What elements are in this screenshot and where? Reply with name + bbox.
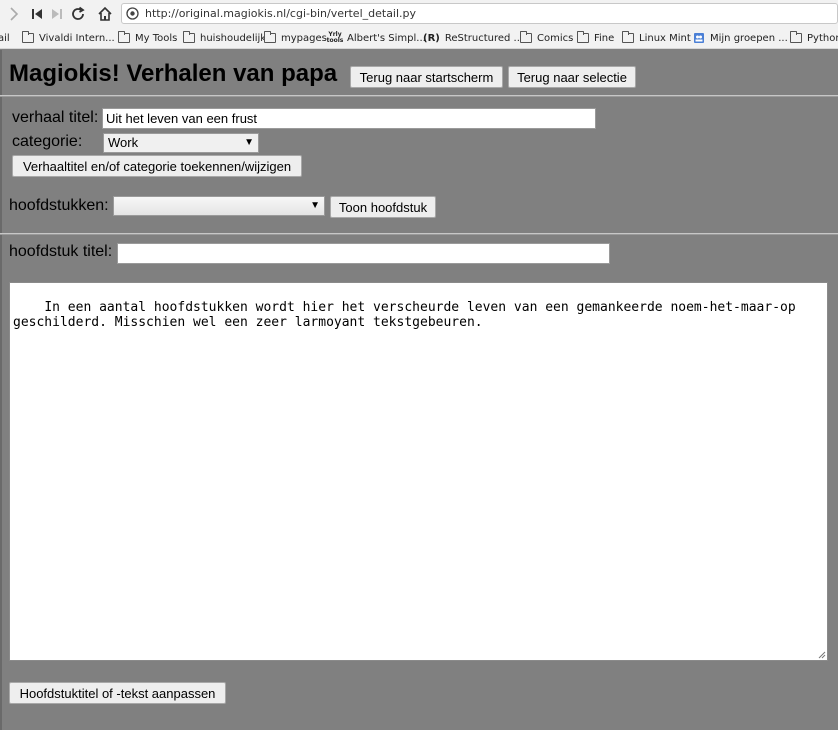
bookmark-linux-mint[interactable]: Linux Mint [622,28,691,48]
chapters-label: hoofdstukken: [9,197,109,214]
folder-icon [520,31,532,43]
window-edge [0,50,2,730]
home-icon[interactable] [94,3,116,25]
dropdown-arrow-icon: ▼ [244,137,254,148]
chapter-title-input[interactable] [117,243,610,264]
assign-title-category-button[interactable]: Verhaaltitel en/of categorie toekennen/w… [12,155,302,177]
divider [0,233,838,235]
address-bar[interactable]: http://original.magiokis.nl/cgi-bin/vert… [121,3,838,24]
site-info-icon[interactable] [126,7,139,20]
site-icon: Yrly tools [326,31,344,44]
folder-icon [183,31,195,43]
chapter-text-area[interactable]: In een aantal hoofdstukken wordt hier he… [9,282,828,661]
folder-icon [577,31,589,43]
groups-icon [693,32,705,44]
rewind-icon[interactable] [26,3,48,25]
fast-forward-icon[interactable] [46,3,68,25]
story-title-label: verhaal titel: [12,109,99,126]
folder-icon [22,31,34,43]
page-title: Magiokis! Verhalen van papa [9,60,338,87]
page-content: Magiokis! Verhalen van papa Terug naar s… [0,50,838,730]
reload-icon[interactable] [67,3,89,25]
bookmark-comics[interactable]: Comics [520,28,573,48]
category-value: Work [108,135,139,150]
bookmark-restructured[interactable]: (R) ReStructured ... [423,28,523,48]
chapter-title-label: hoofdstuk titel: [9,243,113,260]
url-text: http://original.magiokis.nl/cgi-bin/vert… [145,7,417,20]
story-title-input[interactable]: Uit het leven van een frust [102,108,596,129]
folder-icon [790,31,802,43]
folder-icon [118,31,130,43]
forward-icon[interactable] [3,3,25,25]
bookmark-mypages[interactable]: mypages [264,28,327,48]
folder-icon [622,31,634,43]
back-to-start-button[interactable]: Terug naar startscherm [350,66,503,88]
bookmark-huishoudelijk[interactable]: huishoudelijk [183,28,266,48]
browser-toolbar: http://original.magiokis.nl/cgi-bin/vert… [0,0,838,28]
bookmark-fine[interactable]: Fine [577,28,614,48]
bookmark-my-tools[interactable]: My Tools [118,28,177,48]
folder-icon [264,31,276,43]
rst-icon: (R) [423,32,440,44]
divider [0,95,838,97]
update-chapter-button[interactable]: Hoofdstuktitel of -tekst aanpassen [9,682,226,704]
resize-grip-icon[interactable] [818,651,826,659]
chapters-select[interactable]: ▼ [113,196,325,216]
chapter-text: In een aantal hoofdstukken wordt hier he… [13,300,796,330]
back-to-selection-button[interactable]: Terug naar selectie [508,66,636,88]
show-chapter-button[interactable]: Toon hoofdstuk [330,196,436,218]
bookmark-vivaldi-internal[interactable]: Vivaldi Intern... [22,28,115,48]
bookmark-alberts-simpl[interactable]: Yrly tools Albert's Simpl... [326,28,426,48]
bookmark-mijn-groepen[interactable]: Mijn groepen ... [693,28,788,48]
category-select[interactable]: Work ▼ [103,133,259,153]
category-label: categorie: [12,133,83,150]
bookmarks-bar: ail Vivaldi Intern... My Tools huishoude… [0,28,838,49]
bookmark-mail[interactable]: ail [0,28,10,48]
bookmark-python[interactable]: Python [790,28,838,48]
dropdown-arrow-icon: ▼ [310,200,320,211]
